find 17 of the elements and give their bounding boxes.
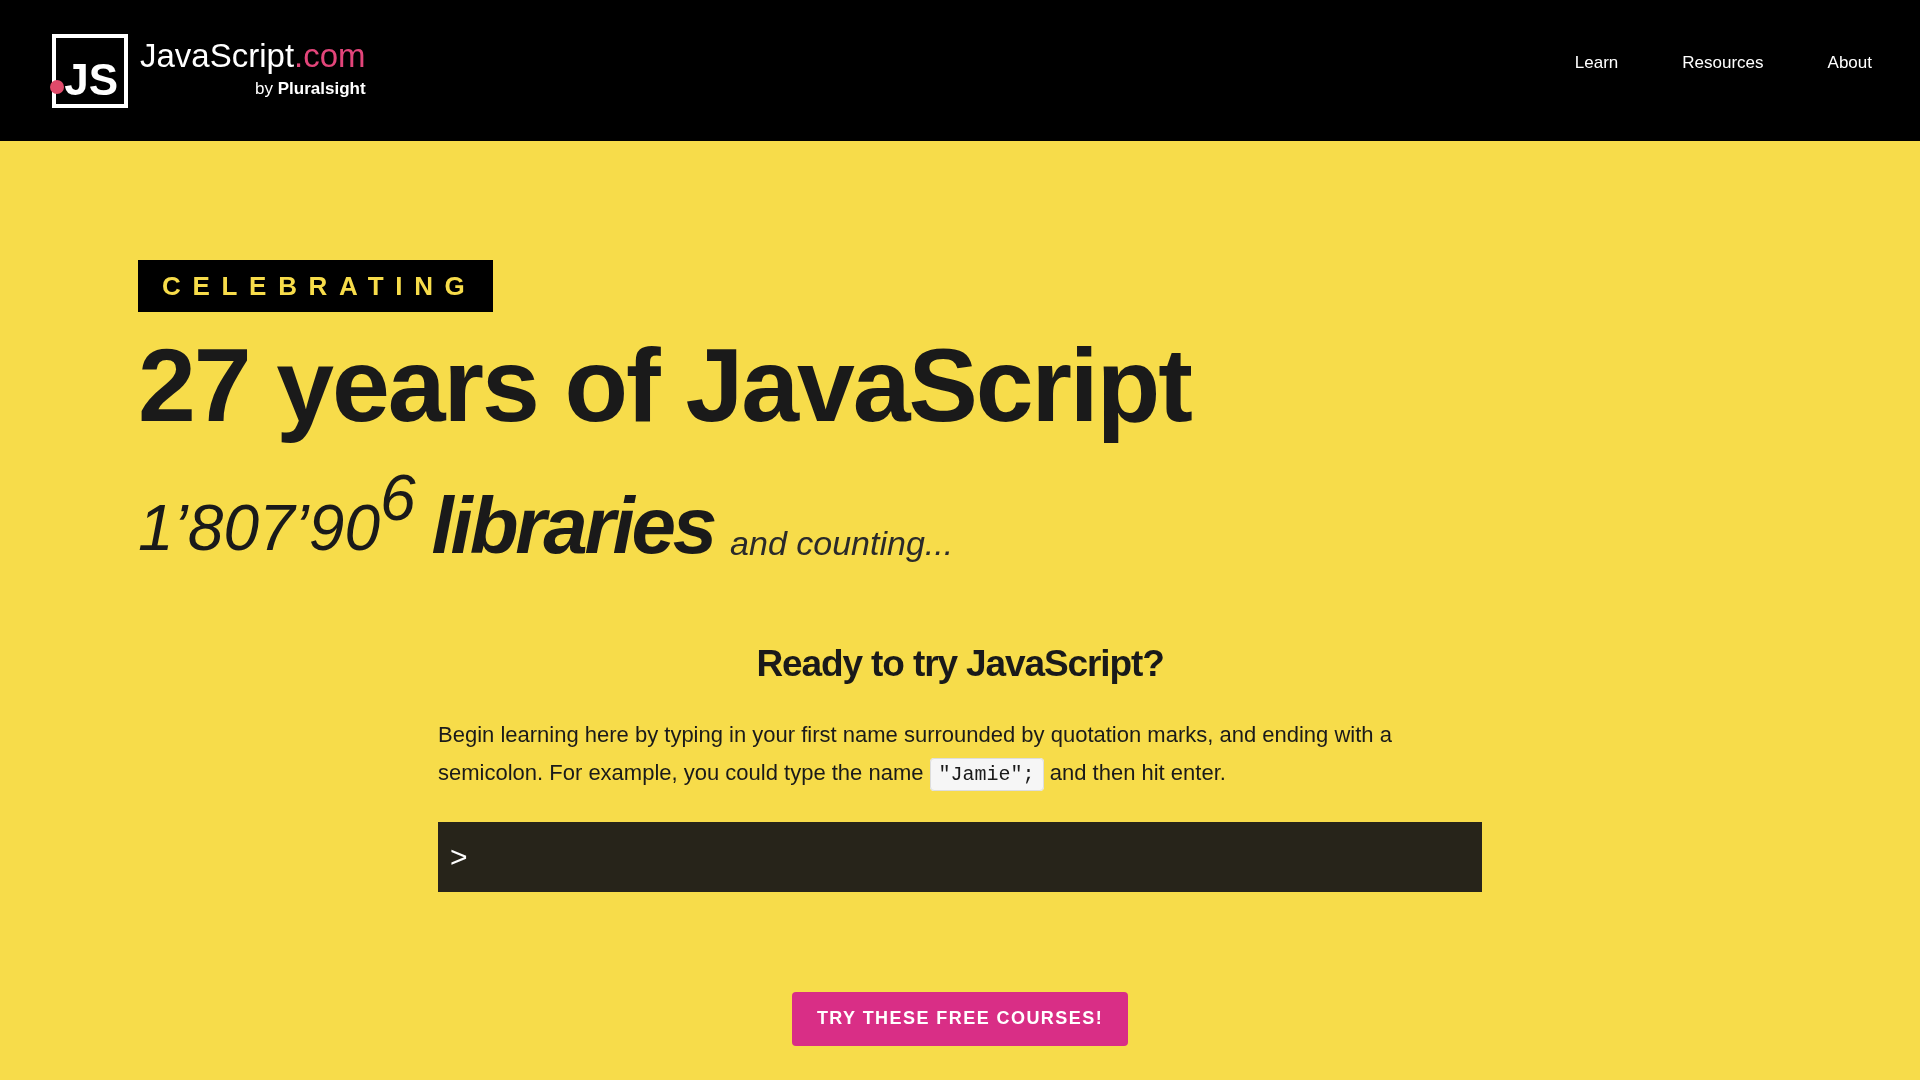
counting-text: and counting... [730,526,954,561]
logo-mark[interactable]: JS [52,33,128,108]
nav-link[interactable]: About [1827,50,1872,76]
try-heading: Ready to try JavaScript? [756,642,1164,687]
library-counter: 1’807’906 [138,460,416,566]
console-input[interactable]: > [438,821,1482,892]
prompt-icon: > [450,841,468,872]
instructions-text: Begin learning here by typing in your first name surrounded by quotation marks, and ending with a semicolon. For example, you could type the name "Jamie"; and then hit enter. [438,715,1482,794]
celebrating-badge: CELEBRATING [138,260,493,312]
hero-title: 27 years of JavaScript [138,326,1191,445]
libraries-label: libraries [431,486,715,567]
nav-link[interactable]: Learn [1574,50,1619,76]
logo-wordmark[interactable]: JavaScript.com [140,39,366,73]
example-code: "Jamie"; [929,757,1044,791]
logo-byline: by Pluralsight [255,78,366,101]
nav-link[interactable]: Resources [1682,50,1764,76]
courses-button[interactable]: TRY THESE FREE COURSES! [792,991,1128,1046]
